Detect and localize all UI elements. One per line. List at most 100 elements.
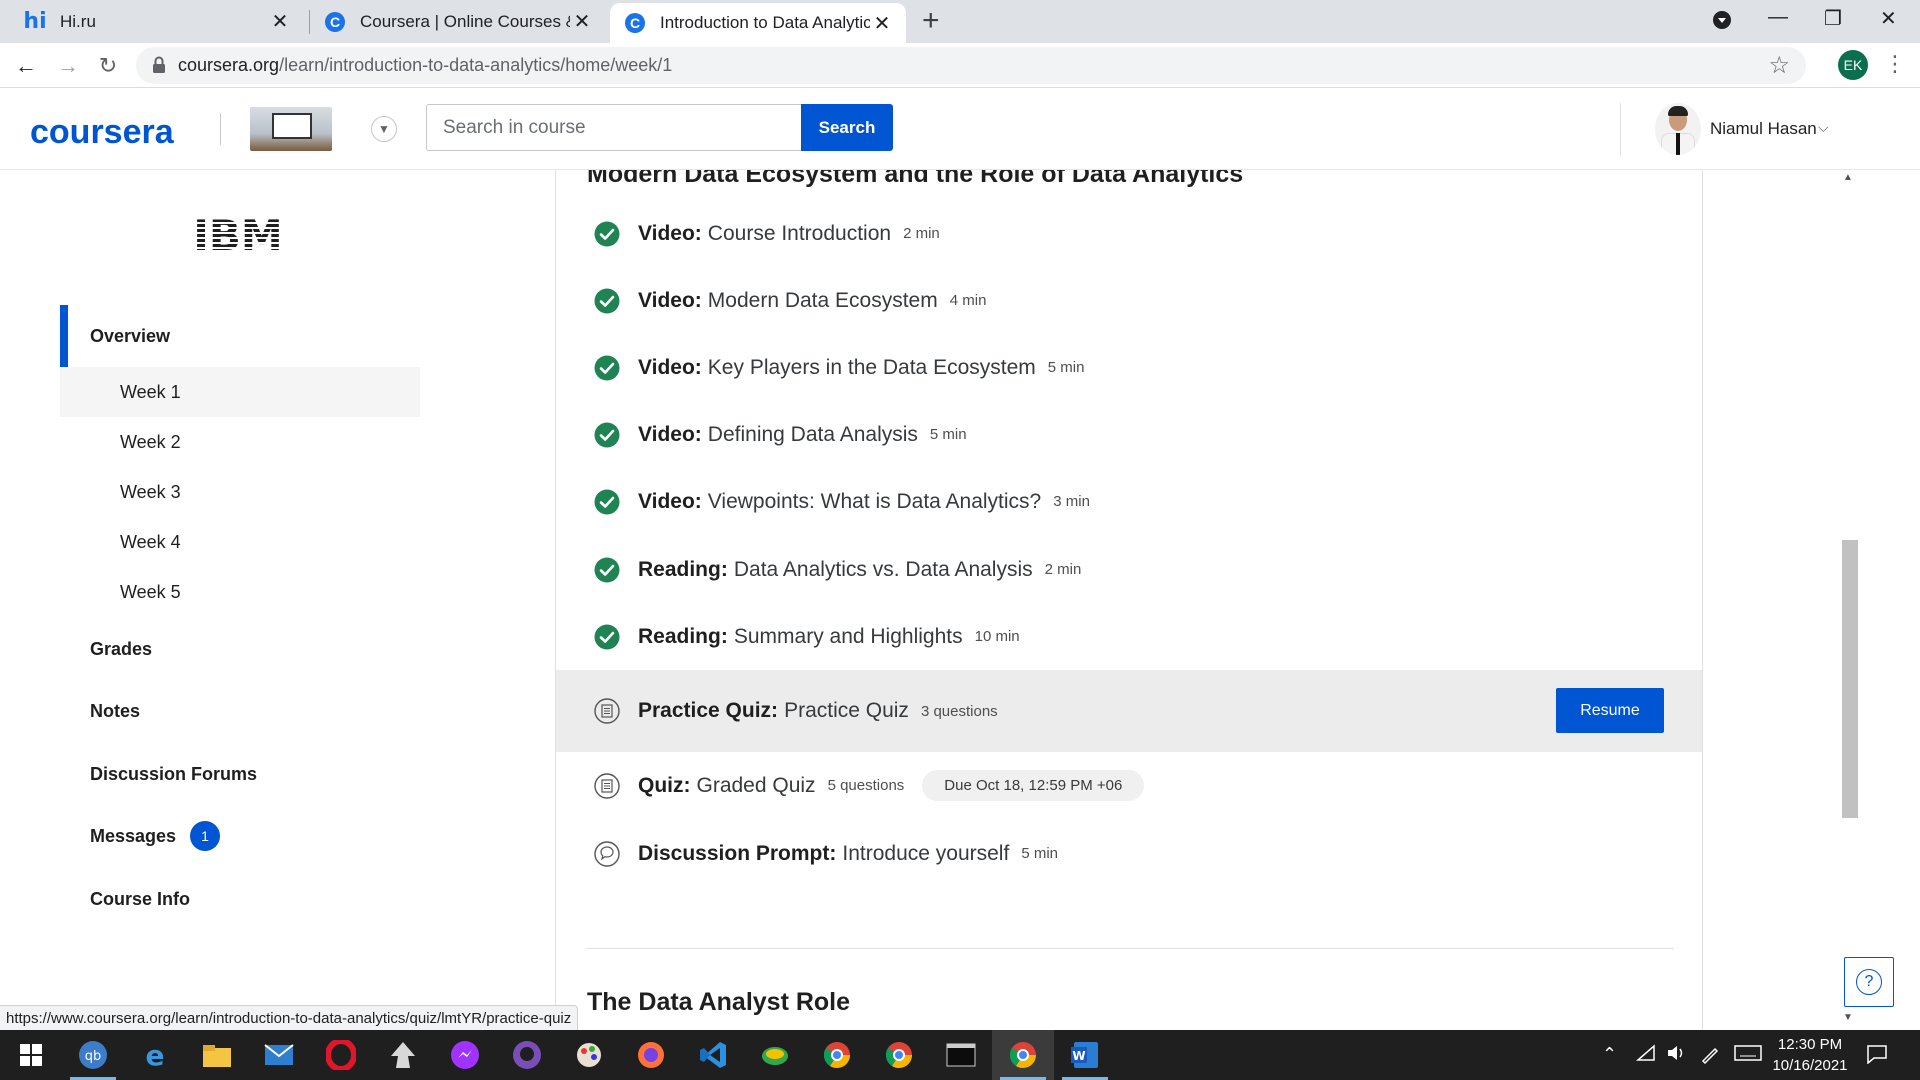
sidebar-item-messages[interactable]: Messages 1 — [60, 814, 420, 858]
course-sidebar: IBM Overview Week 1 Week 2 Week 3 Week 4… — [0, 170, 555, 1030]
chevron-down-icon[interactable]: ▼ — [371, 116, 397, 142]
new-tab-icon[interactable]: + — [922, 4, 940, 38]
lesson-title[interactable]: Key Players in the Data Ecosystem — [708, 356, 1036, 380]
firefox-icon[interactable] — [620, 1030, 682, 1080]
lesson-duration: 5 min — [1021, 845, 1058, 862]
lesson-title[interactable]: Introduce yourself — [842, 842, 1009, 866]
chrome-profile-icon[interactable] — [868, 1030, 930, 1080]
scrollbar-thumb[interactable] — [1842, 540, 1858, 818]
section-divider — [586, 948, 1674, 949]
network-icon[interactable] — [1636, 1044, 1656, 1067]
globe-app-icon[interactable] — [744, 1030, 806, 1080]
lesson-item[interactable]: Reading: Summary and Highlights 10 min — [556, 603, 1702, 670]
chrome-active-icon[interactable] — [992, 1030, 1054, 1080]
opera-icon[interactable] — [310, 1030, 372, 1080]
sidebar-item-week-5[interactable]: Week 5 — [60, 567, 420, 617]
lesson-item[interactable]: Video: Course Introduction 2 min — [556, 200, 1702, 267]
search-input[interactable]: Search in course — [426, 104, 802, 151]
vscode-icon[interactable] — [682, 1030, 744, 1080]
browser-tab-active[interactable]: C Introduction to Data Analytics - \ ✕ — [610, 3, 906, 43]
edge-icon[interactable]: e — [124, 1030, 186, 1080]
browser-tab-strip: hi Hi.ru ✕ C Coursera | Online Courses &… — [0, 0, 1920, 43]
ibm-logo: IBM — [193, 214, 282, 254]
paint-app-icon[interactable] — [558, 1030, 620, 1080]
scroll-down-arrow-icon[interactable]: ▼ — [1843, 1012, 1853, 1023]
volume-icon[interactable] — [1666, 1044, 1688, 1067]
help-button[interactable]: ? — [1844, 957, 1894, 1007]
keyboard-icon[interactable] — [1734, 1044, 1762, 1067]
bookmark-star-icon[interactable]: ☆ — [1768, 51, 1790, 80]
lesson-title[interactable]: Summary and Highlights — [734, 625, 963, 649]
qb-app-icon[interactable]: qb — [62, 1030, 124, 1080]
lesson-item[interactable]: Video: Defining Data Analysis 5 min — [556, 401, 1702, 468]
browser-tab-coursera[interactable]: C Coursera | Online Courses & Crec ✕ — [308, 0, 606, 43]
sidebar-item-notes[interactable]: Notes — [60, 689, 420, 733]
tab-search-icon[interactable] — [1712, 10, 1732, 36]
lesson-title[interactable]: Viewpoints: What is Data Analytics? — [708, 490, 1041, 514]
completed-check-icon — [594, 221, 620, 247]
user-name[interactable]: Niamul Hasan — [1710, 119, 1817, 139]
lesson-item[interactable]: Video: Viewpoints: What is Data Analytics… — [556, 468, 1702, 535]
sidebar-item-week-3[interactable]: Week 3 — [60, 467, 420, 517]
lesson-item[interactable]: Quiz: Graded Quiz 5 questions Due Oct 18, 1… — [556, 752, 1702, 819]
chevron-down-icon[interactable]: ⌵ — [1818, 119, 1829, 136]
sidebar-item-discussion-forums[interactable]: Discussion Forums — [60, 752, 420, 796]
taskbar-clock[interactable]: 12:30 PM 10/16/2021 — [1770, 1034, 1850, 1076]
window-close-icon[interactable]: ✕ — [1880, 6, 1897, 31]
lesson-title[interactable]: Practice Quiz — [784, 699, 909, 723]
lesson-title[interactable]: Modern Data Ecosystem — [708, 289, 938, 313]
messenger-icon[interactable] — [434, 1030, 496, 1080]
tab-close-icon[interactable]: ✕ — [268, 9, 292, 34]
notifications-icon[interactable] — [1866, 1044, 1888, 1069]
mail-icon[interactable] — [248, 1030, 310, 1080]
windows-start-icon[interactable] — [0, 1030, 62, 1080]
lesson-type: Practice Quiz: — [638, 699, 779, 722]
hi-favicon-icon: hi — [23, 9, 47, 34]
tray-expand-icon[interactable]: ⌃ — [1602, 1044, 1617, 1065]
word-icon[interactable]: W — [1054, 1030, 1116, 1080]
status-url-preview: https://www.coursera.org/learn/introduct… — [0, 1005, 579, 1030]
lesson-item[interactable]: Video: Key Players in the Data Ecosystem 5… — [556, 334, 1702, 401]
user-avatar[interactable] — [1655, 103, 1701, 155]
course-thumbnail[interactable] — [250, 107, 332, 151]
sidebar-item-week-1[interactable]: Week 1 — [60, 367, 420, 417]
tab-close-icon[interactable]: ✕ — [570, 9, 594, 34]
minimize-icon[interactable]: — — [1768, 6, 1788, 29]
scroll-up-arrow-icon[interactable]: ▲ — [1843, 172, 1853, 183]
lesson-item[interactable]: Reading: Data Analytics vs. Data Analysis… — [556, 536, 1702, 603]
address-bar[interactable]: coursera.org/learn/introduction-to-data-… — [136, 47, 1806, 84]
pen-icon[interactable] — [1700, 1044, 1720, 1069]
terminal-icon[interactable] — [930, 1030, 992, 1080]
lesson-title[interactable]: Course Introduction — [708, 222, 891, 246]
browser-menu-icon[interactable]: ⋮ — [1884, 51, 1906, 77]
chrome-icon[interactable] — [806, 1030, 868, 1080]
maximize-icon[interactable]: ❐ — [1824, 6, 1842, 31]
browser-tab-hi[interactable]: hi Hi.ru ✕ — [0, 0, 304, 43]
quiz-icon — [594, 772, 620, 799]
lesson-item[interactable]: Practice Quiz: Practice Quiz 3 questions Re… — [556, 670, 1702, 752]
lesson-item[interactable]: Discussion Prompt: Introduce yourself 5 mi… — [556, 820, 1702, 887]
resume-button[interactable]: Resume — [1556, 688, 1664, 733]
completed-check-icon — [594, 557, 620, 583]
coursera-logo[interactable]: coursera — [30, 113, 174, 152]
sidebar-item-week-4[interactable]: Week 4 — [60, 517, 420, 567]
lesson-item[interactable]: Video: Modern Data Ecosystem 4 min — [556, 267, 1702, 334]
completed-check-icon — [594, 288, 620, 314]
github-desktop-icon[interactable] — [496, 1030, 558, 1080]
url-path: /learn/introduction-to-data-analytics/ho… — [279, 55, 673, 75]
sidebar-item-week-2[interactable]: Week 2 — [60, 417, 420, 467]
lesson-title[interactable]: Data Analytics vs. Data Analysis — [734, 558, 1033, 582]
sidebar-item-grades[interactable]: Grades — [60, 627, 420, 671]
tab-close-icon[interactable]: ✕ — [870, 11, 894, 36]
forward-icon[interactable]: → — [52, 50, 84, 82]
back-icon[interactable]: ← — [10, 50, 42, 82]
lesson-title[interactable]: Graded Quiz — [697, 774, 816, 798]
inkscape-icon[interactable] — [372, 1030, 434, 1080]
file-explorer-icon[interactable] — [186, 1030, 248, 1080]
reload-icon[interactable]: ↻ — [92, 50, 124, 82]
lesson-title[interactable]: Defining Data Analysis — [708, 423, 918, 447]
search-button[interactable]: Search — [801, 104, 893, 151]
browser-profile-avatar[interactable]: EK — [1838, 50, 1868, 80]
sidebar-item-course-info[interactable]: Course Info — [60, 877, 420, 921]
sidebar-item-overview[interactable]: Overview — [60, 305, 420, 367]
